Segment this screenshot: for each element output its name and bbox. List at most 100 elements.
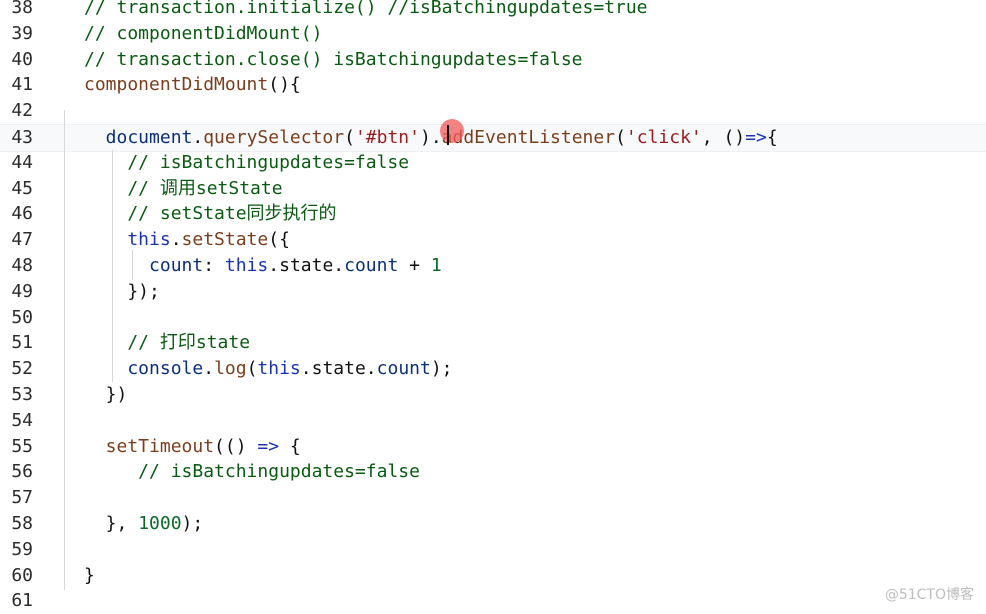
- line-number: 57: [11, 487, 33, 509]
- code-line[interactable]: 48 count: this.state.count + 1: [0, 253, 986, 279]
- code-token: );: [181, 513, 204, 534]
- code-token: this: [84, 229, 171, 251]
- code-editor[interactable]: 38 // transaction.initialize() //isBatchi…: [0, 0, 986, 612]
- code-text[interactable]: console.log(this.state.count);: [84, 356, 452, 382]
- code-line[interactable]: 51 // 打印state: [0, 330, 986, 356]
- code-token: count: [344, 255, 399, 276]
- code-text[interactable]: });: [84, 279, 160, 305]
- code-text[interactable]: // setState同步执行的: [84, 201, 337, 227]
- code-token: 1000: [138, 513, 182, 534]
- code-text[interactable]: }): [84, 382, 128, 408]
- code-line[interactable]: 41 componentDidMount(){: [0, 72, 986, 98]
- click-highlight-marker: [440, 119, 464, 143]
- watermark: @51CTO博客: [884, 587, 974, 603]
- code-token: // 调用setState: [84, 177, 283, 199]
- code-text[interactable]: componentDidMount(){: [84, 72, 301, 98]
- code-token: .: [192, 127, 204, 148]
- code-line[interactable]: 39 // componentDidMount(): [0, 21, 986, 47]
- code-token: =>: [257, 435, 280, 457]
- code-token: 'click': [625, 127, 702, 148]
- code-token: :: [203, 255, 225, 276]
- code-token: .state.: [268, 255, 345, 276]
- code-text[interactable]: document.querySelector('#btn').addEventL…: [84, 125, 778, 151]
- code-line[interactable]: 61: [0, 588, 986, 614]
- code-text[interactable]: // 调用setState: [84, 176, 283, 202]
- code-token: this: [257, 358, 301, 380]
- code-line[interactable]: 56 // isBatchingupdates=false: [0, 459, 986, 485]
- code-token: (){: [268, 74, 301, 96]
- code-line[interactable]: 44 // isBatchingupdates=false: [0, 150, 986, 176]
- code-line[interactable]: 58 }, 1000);: [0, 511, 986, 537]
- line-number: 46: [11, 203, 33, 225]
- code-token: componentDidMount: [84, 74, 269, 96]
- line-number: 48: [11, 255, 33, 276]
- code-line[interactable]: 54: [0, 408, 986, 434]
- code-line[interactable]: 42: [0, 98, 986, 124]
- code-token: .: [170, 229, 182, 251]
- code-token: {: [279, 435, 301, 457]
- code-text[interactable]: setTimeout(() => {: [84, 434, 301, 460]
- line-number: 47: [11, 229, 33, 251]
- code-text[interactable]: // 打印state: [84, 330, 250, 356]
- code-line[interactable]: 38 // transaction.initialize() //isBatchi…: [0, 0, 986, 21]
- line-number: 52: [11, 358, 33, 380]
- code-text[interactable]: }, 1000);: [84, 511, 204, 537]
- code-token: '#btn': [354, 127, 420, 148]
- code-line[interactable]: 50: [0, 305, 986, 331]
- code-line[interactable]: 43 document.querySelector('#btn').addEve…: [0, 124, 986, 152]
- line-number: 39: [11, 22, 33, 44]
- code-line[interactable]: 60}: [0, 563, 986, 589]
- code-token: // transaction.close() isBatchingupdates…: [84, 48, 583, 70]
- code-token: querySelector: [203, 127, 345, 148]
- code-line[interactable]: 52 console.log(this.state.count);: [0, 356, 986, 382]
- code-token: ({: [268, 229, 290, 251]
- line-number: 59: [11, 538, 33, 560]
- code-token: }: [84, 564, 95, 586]
- code-token: // transaction.initialize() //isBatching…: [84, 0, 648, 18]
- line-number: 55: [11, 435, 33, 457]
- code-text[interactable]: count: this.state.count + 1: [84, 253, 442, 279]
- code-token: (: [246, 358, 258, 380]
- code-line[interactable]: 59: [0, 537, 986, 563]
- indent-guide: [132, 250, 133, 280]
- code-token: {: [766, 127, 778, 148]
- code-text[interactable]: // isBatchingupdates=false: [84, 150, 409, 176]
- code-token: // 打印state: [84, 332, 251, 354]
- code-line[interactable]: 53 }): [0, 382, 986, 408]
- code-text[interactable]: // transaction.close() isBatchingupdates…: [84, 47, 583, 73]
- indent-guide: [112, 150, 113, 382]
- line-number: 50: [11, 306, 33, 328]
- code-text[interactable]: // transaction.initialize() //isBatching…: [84, 0, 648, 21]
- line-number: 40: [11, 48, 33, 70]
- code-token: addEventListener: [441, 127, 616, 148]
- code-text[interactable]: this.setState({: [84, 227, 290, 253]
- code-line[interactable]: 49 });: [0, 279, 986, 305]
- code-token: setTimeout: [84, 435, 215, 457]
- code-line[interactable]: 40 // transaction.close() isBatchingupdat…: [0, 47, 986, 73]
- code-line[interactable]: 57: [0, 485, 986, 511]
- code-line[interactable]: 55 setTimeout(() => {: [0, 434, 986, 460]
- line-number: 60: [11, 564, 33, 586]
- code-line[interactable]: 47 this.setState({: [0, 227, 986, 253]
- code-line[interactable]: 45 // 调用setState: [0, 176, 986, 202]
- code-token: , (): [701, 127, 746, 148]
- line-number: 42: [11, 100, 33, 122]
- code-token: .: [203, 358, 215, 380]
- code-line[interactable]: 46 // setState同步执行的: [0, 201, 986, 227]
- line-number: 61: [11, 590, 33, 612]
- line-number: 43: [11, 127, 33, 148]
- line-number: 45: [11, 177, 33, 199]
- indent-guide: [64, 110, 65, 590]
- code-token: // componentDidMount(): [84, 22, 323, 44]
- code-token: // isBatchingupdates=false: [84, 151, 410, 173]
- code-text[interactable]: }: [84, 563, 95, 589]
- code-token: // isBatchingupdates=false: [84, 461, 420, 483]
- code-token: console: [84, 358, 204, 380]
- code-text[interactable]: // componentDidMount(): [84, 21, 322, 47]
- line-number: 54: [11, 409, 33, 431]
- code-token: (: [344, 127, 355, 148]
- line-number: 58: [11, 513, 33, 534]
- line-number: 53: [11, 384, 33, 405]
- code-text[interactable]: // isBatchingupdates=false: [84, 459, 420, 485]
- code-token: // setState同步执行的: [84, 203, 337, 225]
